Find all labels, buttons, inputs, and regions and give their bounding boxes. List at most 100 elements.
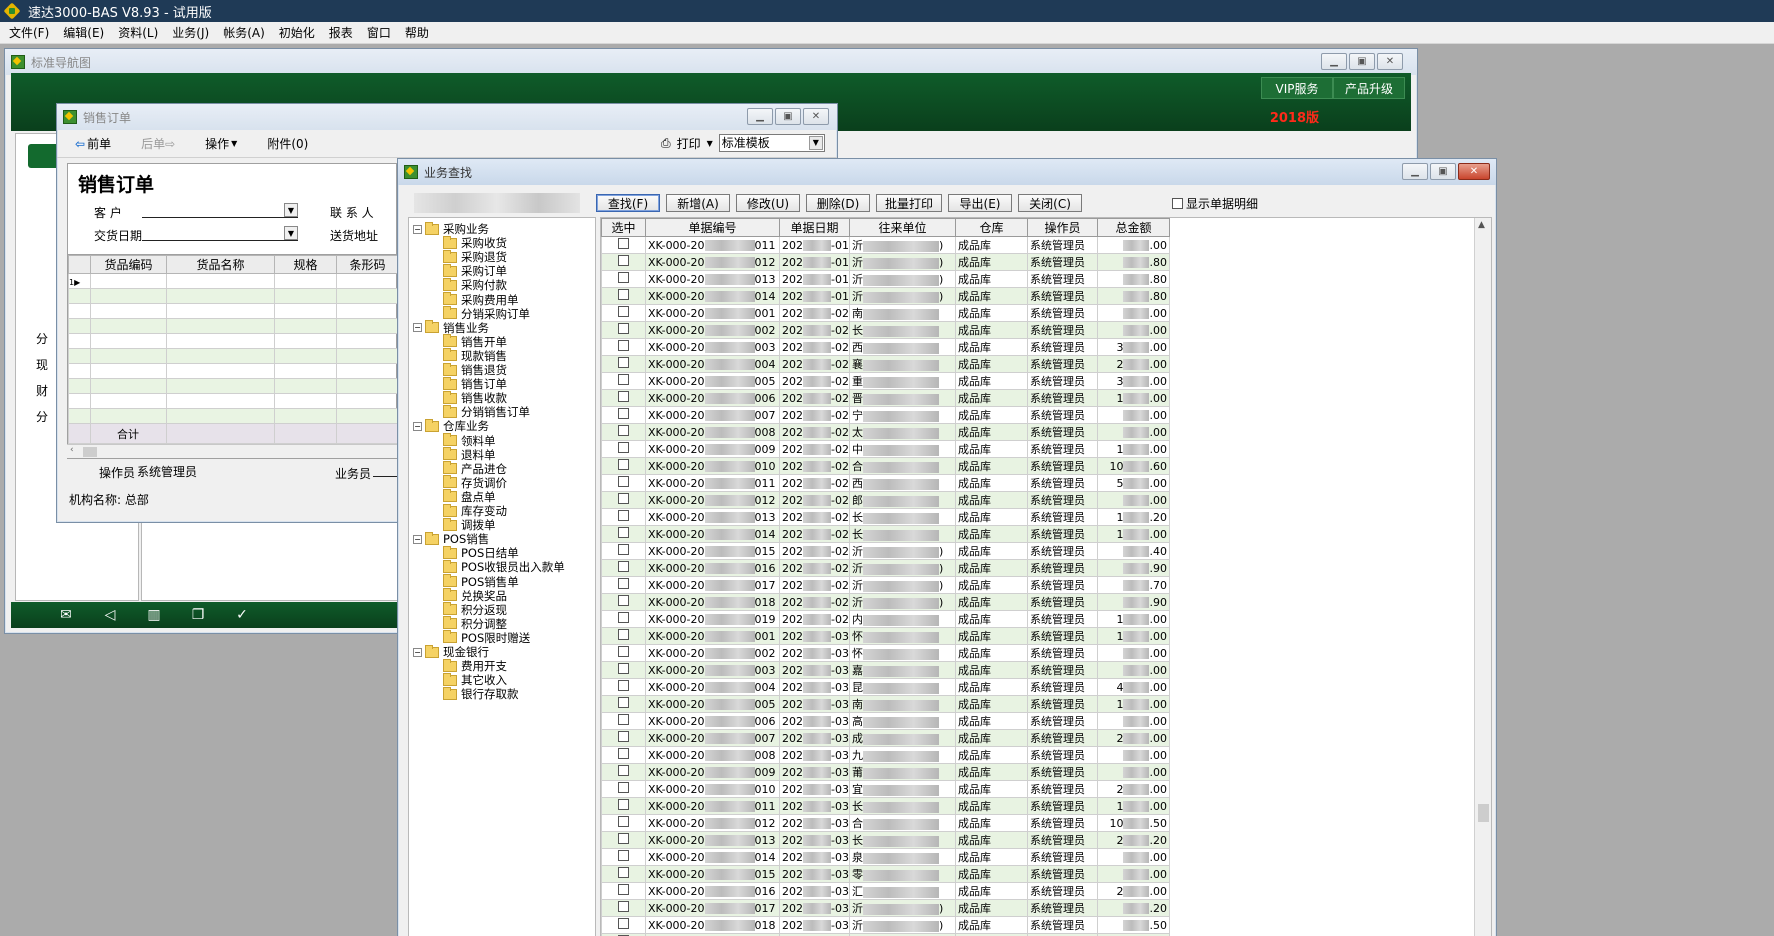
- row-checkbox[interactable]: [618, 714, 629, 725]
- table-row[interactable]: [68, 318, 399, 334]
- close-window-button[interactable]: 关闭(C): [1018, 194, 1083, 212]
- select-cell[interactable]: [601, 780, 646, 798]
- column-header[interactable]: 条形码: [336, 255, 399, 274]
- tree-item[interactable]: 采购付款: [443, 277, 507, 292]
- table-row[interactable]: XK-000-20 010 202 -02 合成品库 系统管理员 10.60: [601, 457, 1170, 475]
- table-row[interactable]: [68, 408, 399, 424]
- select-cell[interactable]: [601, 916, 646, 934]
- table-cell[interactable]: [274, 318, 337, 334]
- table-cell[interactable]: [274, 378, 337, 394]
- batch-print-button[interactable]: 批量打印: [876, 194, 943, 212]
- tree-item[interactable]: 兑换奖品: [443, 588, 507, 603]
- table-cell[interactable]: [166, 348, 275, 364]
- find-button[interactable]: 查找(F): [596, 194, 660, 212]
- row-checkbox[interactable]: [618, 748, 629, 759]
- select-cell[interactable]: [601, 882, 646, 900]
- row-indicator[interactable]: [68, 348, 91, 364]
- tree-group[interactable]: − 现金银行: [413, 644, 489, 659]
- table-cell[interactable]: [274, 333, 337, 349]
- delivery-date-field[interactable]: [142, 225, 298, 241]
- menu-item[interactable]: 帐务(A): [220, 24, 276, 41]
- row-checkbox[interactable]: [618, 272, 629, 283]
- table-cell[interactable]: [274, 303, 337, 319]
- table-row[interactable]: 1▶: [68, 273, 399, 289]
- tree-group[interactable]: − 销售业务: [413, 320, 489, 335]
- column-header[interactable]: 单据编号: [645, 218, 780, 237]
- menu-item[interactable]: 窗口: [364, 24, 402, 41]
- table-cell[interactable]: [166, 378, 275, 394]
- table-row[interactable]: XK-000-20 011 202 -01 沂) 成品库 系统管理员 .00: [601, 236, 1170, 254]
- table-cell[interactable]: [90, 288, 167, 304]
- tree-item[interactable]: POS销售单: [443, 574, 519, 589]
- select-cell[interactable]: [601, 508, 646, 526]
- row-checkbox[interactable]: [618, 663, 629, 674]
- select-cell[interactable]: [601, 525, 646, 543]
- select-cell[interactable]: [601, 270, 646, 288]
- row-checkbox[interactable]: [618, 238, 629, 249]
- book-icon[interactable]: ▥: [145, 607, 163, 623]
- maximize-button[interactable]: ▣: [775, 108, 801, 125]
- row-checkbox[interactable]: [618, 731, 629, 742]
- select-cell[interactable]: [601, 389, 646, 407]
- select-cell[interactable]: [601, 423, 646, 441]
- table-cell[interactable]: [336, 348, 399, 364]
- select-cell[interactable]: [601, 627, 646, 645]
- tree-item[interactable]: 采购订单: [443, 263, 507, 278]
- collapse-icon[interactable]: −: [413, 647, 422, 657]
- table-row[interactable]: XK-000-20 014 202 -01 沂) 成品库 系统管理员 .80: [601, 287, 1170, 305]
- select-cell[interactable]: [601, 729, 646, 747]
- table-cell[interactable]: [90, 333, 167, 349]
- table-row[interactable]: XK-000-20 015 202 -02 沂) 成品库 系统管理员 .40: [601, 542, 1170, 560]
- row-indicator[interactable]: [68, 408, 91, 424]
- table-cell[interactable]: [90, 303, 167, 319]
- table-row[interactable]: [68, 378, 399, 394]
- tree-item[interactable]: 销售订单: [443, 376, 507, 391]
- table-cell[interactable]: [336, 378, 399, 394]
- nav-left-item[interactable]: 分: [36, 330, 48, 347]
- select-cell[interactable]: [601, 644, 646, 662]
- horizontal-scrollbar[interactable]: ‹: [67, 444, 397, 458]
- row-checkbox[interactable]: [618, 289, 629, 300]
- table-cell[interactable]: [166, 333, 275, 349]
- vertical-scrollbar[interactable]: ▲: [1474, 218, 1491, 936]
- select-cell[interactable]: [601, 236, 646, 254]
- row-checkbox[interactable]: [618, 527, 629, 538]
- table-cell[interactable]: [336, 393, 399, 409]
- select-cell[interactable]: [601, 610, 646, 628]
- tree-item[interactable]: 产品进仓: [443, 461, 507, 476]
- edit-button[interactable]: 修改(U): [736, 194, 800, 212]
- table-cell[interactable]: [274, 393, 337, 409]
- attachment-button[interactable]: 附件(0): [267, 135, 308, 152]
- collapse-icon[interactable]: −: [413, 534, 422, 544]
- maximize-button[interactable]: ▣: [1430, 163, 1456, 180]
- row-indicator[interactable]: [68, 333, 91, 349]
- tree-item[interactable]: 领料单: [443, 433, 496, 448]
- table-row[interactable]: XK-000-20 016 202 -03 汇成品库 系统管理员 2.00: [601, 882, 1170, 900]
- table-cell[interactable]: [274, 288, 337, 304]
- print-button[interactable]: 打印: [677, 135, 701, 152]
- scroll-left-icon[interactable]: ‹: [70, 445, 74, 455]
- collapse-icon[interactable]: −: [413, 323, 422, 333]
- table-cell[interactable]: [336, 273, 399, 289]
- template-select[interactable]: 标准模板 ▼: [718, 134, 825, 152]
- select-cell[interactable]: [601, 661, 646, 679]
- row-checkbox[interactable]: [618, 867, 629, 878]
- table-row[interactable]: XK-000-20 005 202 -02 重成品库 系统管理员 3.00: [601, 372, 1170, 390]
- tree-item[interactable]: 调拨单: [443, 517, 496, 532]
- select-cell[interactable]: [601, 899, 646, 917]
- printer-icon[interactable]: ⎙: [661, 136, 671, 151]
- select-cell[interactable]: [601, 763, 646, 781]
- menu-item[interactable]: 资料(L): [115, 24, 169, 41]
- show-detail-checkbox[interactable]: 显示单据明细: [1172, 195, 1258, 212]
- collapse-icon[interactable]: −: [413, 421, 422, 431]
- minimize-button[interactable]: ▁: [1402, 163, 1428, 180]
- row-checkbox[interactable]: [618, 833, 629, 844]
- scroll-thumb[interactable]: [1478, 804, 1489, 822]
- table-cell[interactable]: [166, 408, 275, 424]
- table-row[interactable]: XK-000-20 009 202 -02 中成品库 系统管理员 1.00: [601, 440, 1170, 458]
- select-cell[interactable]: [601, 253, 646, 271]
- customer-field[interactable]: [142, 202, 298, 218]
- table-row[interactable]: XK-000-20 005 202 -03 南成品库 系统管理员 1.00: [601, 695, 1170, 713]
- menu-item[interactable]: 业务(J): [169, 24, 220, 41]
- sales-order-titlebar[interactable]: 销售订单 ▁ ▣ ✕: [57, 104, 837, 130]
